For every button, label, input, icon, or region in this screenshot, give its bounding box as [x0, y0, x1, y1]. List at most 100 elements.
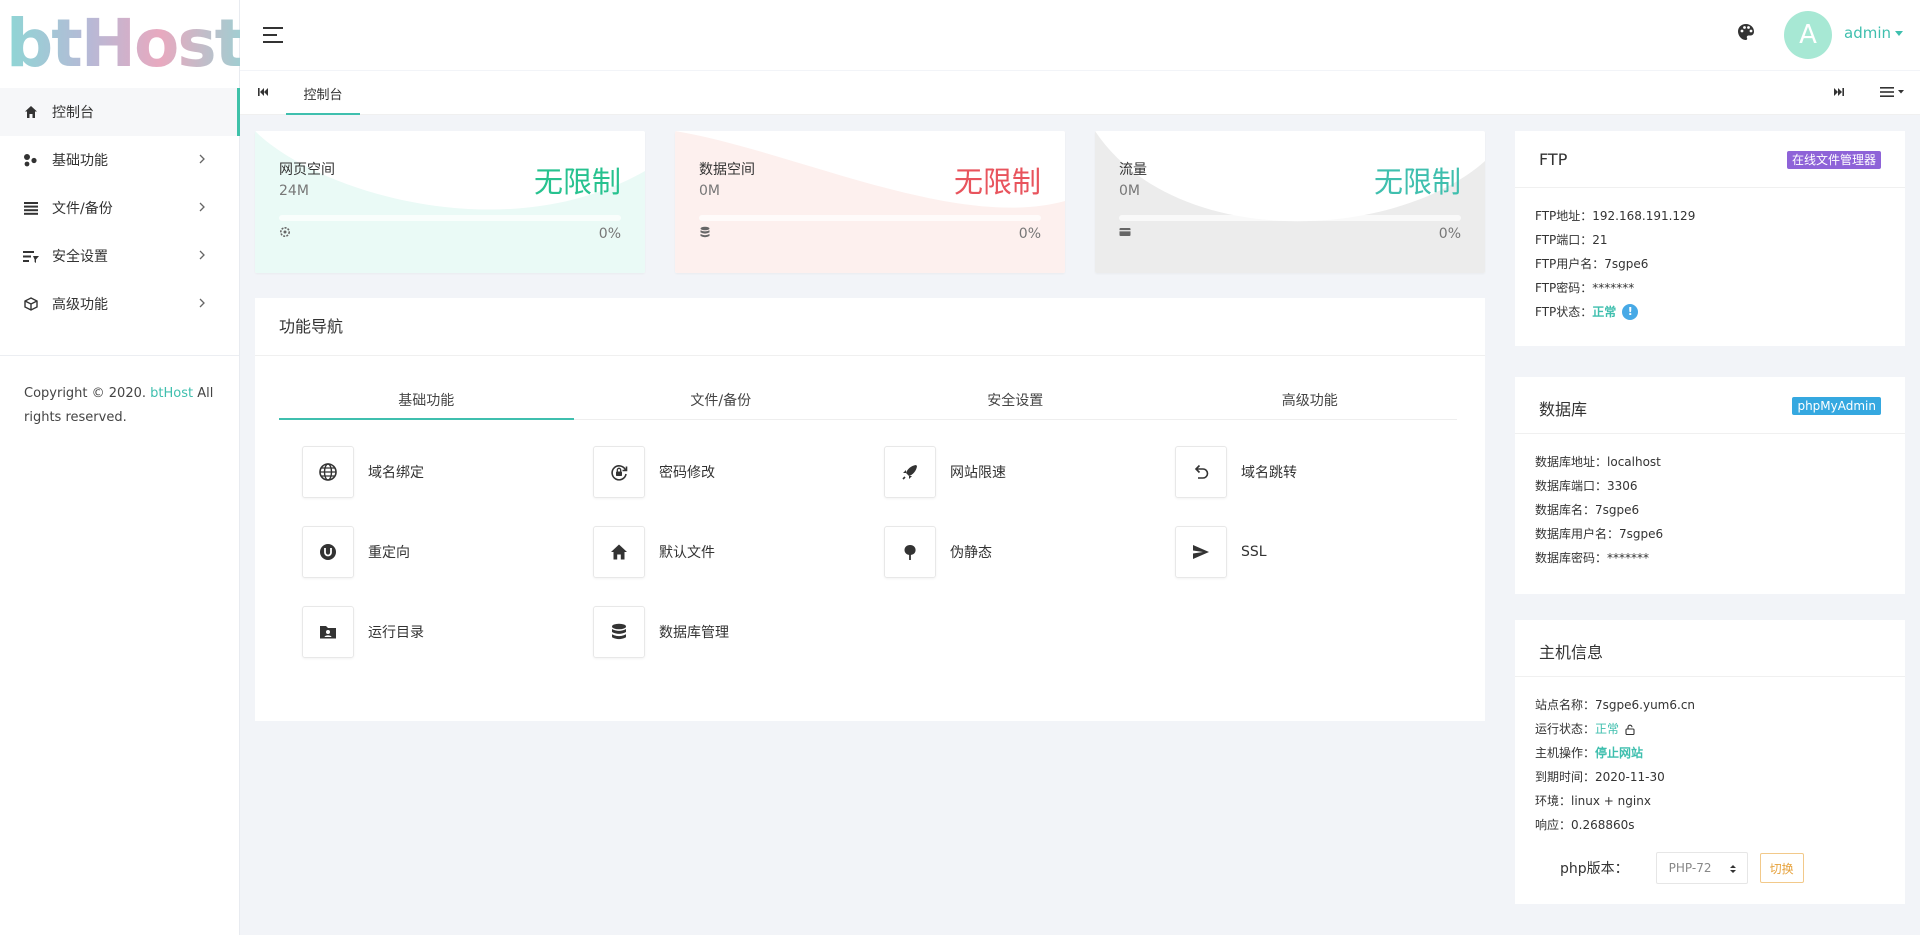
info-label: FTP地址： [1535, 209, 1593, 223]
panel-title: 主机信息 [1539, 643, 1604, 662]
top-header: A admin [240, 0, 1920, 70]
tab-scroll-left-icon[interactable] [256, 85, 272, 101]
stat-percent: 0% [1018, 226, 1041, 242]
func-domain-binding[interactable]: 域名绑定 [302, 446, 562, 498]
tab-dashboard[interactable]: 控制台 [286, 71, 360, 115]
sidebar-item-dashboard[interactable]: 控制台 [0, 88, 240, 136]
folder-user-icon [302, 606, 354, 658]
func-label: 数据库管理 [659, 625, 729, 641]
stat-percent: 0% [598, 226, 621, 242]
sidebar-divider [0, 355, 239, 356]
func-rewrite[interactable]: 伪静态 [884, 526, 1144, 578]
list-icon [22, 199, 40, 217]
info-value: 21 [1592, 233, 1608, 247]
info-row: 数据库用户名： 7sgpe6 [1535, 522, 1905, 546]
unlock-icon [1625, 724, 1635, 735]
info-value: ******* [1592, 281, 1635, 295]
card-wave-decoration [675, 131, 1065, 273]
caret-down-icon[interactable] [1895, 31, 1903, 36]
sidebar-item-label: 安全设置 [52, 249, 108, 265]
stop-site-link[interactable]: 停止网站 [1595, 741, 1643, 765]
usage-progress-bar [279, 215, 621, 221]
sidebar: btHost 控制台 基础功能 文件/备份 安全设置 高级功能 Copyrigh… [0, 0, 246, 935]
info-row: 响应： 0.268860s [1535, 813, 1905, 837]
func-label: SSL [1241, 544, 1267, 560]
func-label: 重定向 [368, 545, 410, 561]
info-label: FTP端口： [1535, 233, 1593, 247]
panel-title: 功能导航 [255, 298, 1485, 356]
sidebar-item-security[interactable]: 安全设置 [0, 232, 239, 280]
func-label: 默认文件 [659, 545, 715, 561]
home-icon [22, 103, 40, 121]
info-icon[interactable]: ! [1622, 304, 1639, 320]
stat-card-web-space: 网页空间 24M 无限制 0% [255, 131, 645, 273]
avatar[interactable]: A [1784, 11, 1832, 59]
chevron-right-icon [195, 248, 209, 262]
stat-card-traffic: 流量 0M 无限制 0% [1095, 131, 1485, 273]
chevron-right-icon [195, 152, 209, 166]
func-ssl[interactable]: SSL [1175, 526, 1435, 578]
sidebar-item-advanced[interactable]: 高级功能 [0, 280, 239, 328]
php-version-row: php版本： PHP-72 切换 [1560, 852, 1804, 884]
func-redirect[interactable]: 重定向 [302, 526, 562, 578]
info-label: 数据库端口： [1535, 479, 1608, 493]
info-label: 站点名称： [1535, 698, 1596, 712]
func-label: 伪静态 [950, 545, 992, 561]
ftp-info: FTP地址： 192.168.191.129 FTP端口： 21 FTP用户名： 7s… [1515, 188, 1905, 324]
tab-options-icon[interactable] [1880, 85, 1908, 101]
leaf-icon [884, 526, 936, 578]
tab-basic[interactable]: 基础功能 [279, 380, 574, 420]
func-default-file[interactable]: 默认文件 [593, 526, 853, 578]
user-name-menu[interactable]: admin [1844, 24, 1891, 42]
info-label: 环境： [1535, 794, 1572, 808]
palette-icon[interactable] [1736, 22, 1758, 44]
info-row: 站点名称： 7sgpe6.yum6.cn [1535, 693, 1905, 717]
func-speed-limit[interactable]: 网站限速 [884, 446, 1144, 498]
info-value: 7sgpe6 [1595, 503, 1640, 517]
info-label: FTP用户名： [1535, 257, 1605, 271]
stat-used: 0M [1119, 183, 1140, 199]
func-database-manage[interactable]: 数据库管理 [593, 606, 853, 658]
stat-used: 0M [699, 183, 720, 199]
info-value: 7sgpe6.yum6.cn [1595, 698, 1696, 712]
tab-security[interactable]: 安全设置 [868, 380, 1163, 419]
php-version-select[interactable]: PHP-72 [1655, 852, 1748, 884]
tab-bar: 控制台 [240, 71, 1920, 115]
panel-header: 主机信息 [1515, 620, 1905, 677]
info-row: 数据库名： 7sgpe6 [1535, 498, 1905, 522]
file-manager-badge-link[interactable]: 在线文件管理器 [1786, 151, 1881, 169]
tab-scroll-right-icon[interactable] [1832, 85, 1848, 101]
info-value: 7sgpe6 [1619, 527, 1664, 541]
func-label: 域名跳转 [1241, 465, 1297, 481]
usage-progress-bar [699, 215, 1041, 221]
func-domain-redirect[interactable]: 域名跳转 [1175, 446, 1435, 498]
menu-toggle-icon[interactable] [260, 22, 286, 48]
tab-advanced[interactable]: 高级功能 [1163, 380, 1458, 419]
power-icon [302, 526, 354, 578]
info-row: 到期时间： 2020-11-30 [1535, 765, 1905, 789]
cube-icon [22, 295, 40, 313]
database-icon [699, 226, 711, 238]
logo[interactable]: btHost [0, 0, 246, 88]
panel-title: 数据库 [1539, 400, 1588, 419]
tab-files-backup[interactable]: 文件/备份 [574, 380, 869, 419]
info-row: 数据库密码： ******* [1535, 546, 1905, 570]
info-row: 数据库地址： localhost [1535, 450, 1905, 474]
info-value: linux + nginx [1571, 794, 1651, 808]
phpmyadmin-badge-link[interactable]: phpMyAdmin [1792, 397, 1881, 415]
php-switch-button[interactable]: 切换 [1759, 853, 1804, 883]
sidebar-item-files[interactable]: 文件/备份 [0, 184, 239, 232]
info-row: FTP端口： 21 [1535, 228, 1905, 252]
sidebar-item-basic[interactable]: 基础功能 [0, 136, 239, 184]
home-icon [593, 526, 645, 578]
chevron-right-icon [195, 200, 209, 214]
lock-refresh-icon [593, 446, 645, 498]
stat-label: 流量 [1119, 162, 1147, 178]
func-run-directory[interactable]: 运行目录 [302, 606, 562, 658]
info-label: 到期时间： [1535, 770, 1596, 784]
func-label: 运行目录 [368, 625, 424, 641]
info-label: 响应： [1535, 818, 1572, 832]
copyright-brand-link[interactable]: btHost [150, 386, 193, 401]
info-value: localhost [1607, 455, 1661, 469]
func-password-change[interactable]: 密码修改 [593, 446, 853, 498]
